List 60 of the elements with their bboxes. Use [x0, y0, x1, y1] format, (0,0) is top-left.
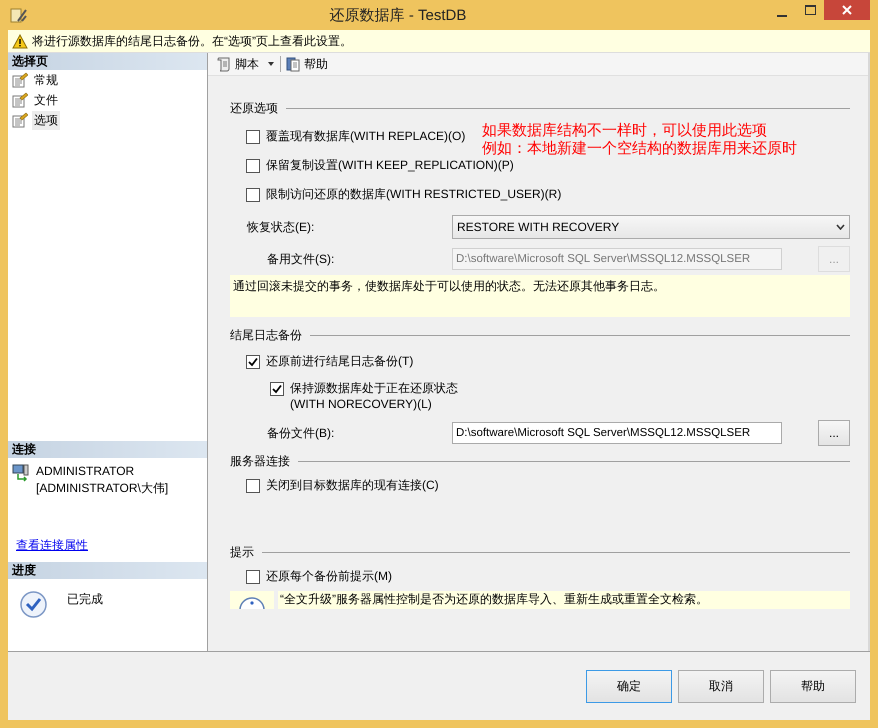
field-label: 备份文件(B): [266, 424, 336, 442]
warning-message: 将进行源数据库的结尾日志备份。在“选项”页上查看此设置。 [32, 32, 352, 50]
section-title: 提示 [230, 544, 254, 560]
close-icon [842, 5, 852, 15]
description-text: 通过回滚未提交的事务，使数据库处于可以使用的状态。无法还原其他事务日志。 [230, 275, 850, 317]
info-icon [239, 597, 265, 609]
connection-text: ADMINISTRATOR [36, 464, 136, 478]
close-button[interactable] [824, 0, 870, 20]
checkbox[interactable] [246, 188, 260, 202]
app-icon [10, 6, 28, 24]
page-icon [12, 72, 28, 88]
page-item[interactable]: 选项 [32, 110, 60, 130]
check-circle-icon [20, 591, 47, 618]
checkbox-label: 保持源数据库处于正在还原状态 (WITH NORECOVERY)(L) [290, 380, 458, 411]
checkbox[interactable] [246, 479, 260, 493]
checkbox[interactable] [246, 355, 260, 369]
checkbox[interactable] [246, 159, 260, 173]
section-title: 还原选项 [230, 100, 278, 116]
annotation-text: 例如：本地新建一个空结构的数据库用来还原时 [482, 140, 797, 158]
dialog-button[interactable]: 取消 [678, 670, 764, 702]
checkbox-label: 还原前进行结尾日志备份(T) [266, 353, 414, 370]
recovery-state-dropdown[interactable]: RESTORE WITH RECOVERY [452, 215, 850, 239]
checkbox-label: 还原每个备份前提示(M) [266, 568, 392, 585]
page-icon [12, 112, 28, 128]
connection-text: [ADMINISTRATOR\大伟] [36, 480, 168, 497]
annotation-text: 如果数据库结构不一样时，可以使用此选项 [482, 122, 768, 140]
chevron-down-icon [836, 224, 845, 230]
window-title: 还原数据库 - TestDB [328, 6, 468, 24]
info-message: “全文升级”服务器属性控制是否为还原的数据库导入、重新生成或重置全文检索。 [278, 591, 850, 609]
checkbox-label: 关闭到目标数据库的现有连接(C) [266, 477, 439, 494]
maximize-icon [804, 5, 816, 15]
checkbox-label: 覆盖现有数据库(WITH REPLACE)(O) [266, 128, 466, 145]
dialog-button[interactable]: 确定 [586, 670, 672, 702]
scroll-icon [216, 56, 232, 72]
help-button[interactable]: 帮助 [281, 56, 332, 72]
page-icon [12, 92, 28, 108]
script-button[interactable]: 脚本 [212, 56, 280, 72]
section-header: 选择页 [8, 53, 207, 70]
page-item[interactable]: 常规 [32, 70, 60, 90]
field-label: 恢复状态(E): [246, 218, 316, 236]
checkbox[interactable] [270, 382, 284, 396]
field-label: 备用文件(S): [266, 250, 336, 268]
server-icon [12, 464, 30, 482]
checkbox-label: 保留复制设置(WITH KEEP_REPLICATION)(P) [266, 157, 514, 174]
help-book-icon [285, 56, 301, 72]
warning-icon [12, 34, 28, 48]
section-header: 进度 [8, 562, 207, 579]
section-title: 服务器连接 [230, 452, 290, 470]
checkbox-label: 限制访问还原的数据库(WITH RESTRICTED_USER)(R) [266, 186, 562, 203]
page-item[interactable]: 文件 [32, 90, 60, 110]
checkbox[interactable] [246, 570, 260, 584]
file-path-field[interactable]: D:\software\Microsoft SQL Server\MSSQL12.MSSQLSER [452, 422, 782, 444]
browse-button[interactable]: ... [818, 420, 850, 446]
dialog-button[interactable]: 帮助 [770, 670, 856, 702]
connection-properties-link[interactable]: 查看连接属性 [16, 537, 207, 554]
progress-status: 已完成 [67, 591, 103, 608]
checkbox[interactable] [246, 130, 260, 144]
minimize-icon [777, 15, 787, 17]
section-title: 结尾日志备份 [230, 326, 302, 344]
section-header: 连接 [8, 441, 207, 458]
